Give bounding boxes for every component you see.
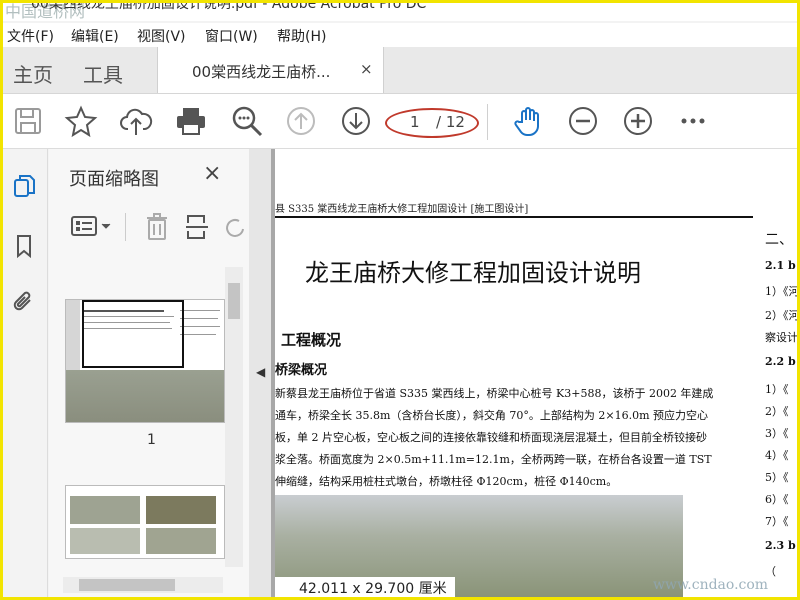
menu-help[interactable]: 帮助(H)	[277, 26, 326, 46]
pages-icon[interactable]	[11, 173, 37, 199]
zoom-in-icon[interactable]	[621, 104, 655, 138]
right-text: 1）《	[765, 383, 789, 396]
right-text: 2.2 b	[765, 355, 796, 368]
right-column: 二、 2.1 b 1）《河 2）《河 察设计 2.2 b 1）《 2）《 3）《…	[765, 149, 797, 597]
save-icon[interactable]	[11, 104, 45, 138]
watermark-bottom: www.cndao.com	[653, 577, 769, 593]
right-text: 2.1 b	[765, 259, 796, 272]
tab-bar: 主页 工具 00棠西线龙王庙桥... ×	[3, 47, 797, 94]
document-title: 龙王庙桥大修工程加固设计说明	[305, 259, 641, 287]
title-bar: 中国道桥网 00棠西线龙王庙桥加固设计说明.pdf - Adobe Acroba…	[3, 3, 797, 21]
toolbar-divider	[487, 104, 488, 140]
more-icon[interactable]	[676, 104, 710, 138]
thumbnail-horizontal-scrollbar[interactable]	[63, 577, 223, 593]
right-text: 2）《	[765, 405, 789, 418]
panel-splitter[interactable]: ◀	[249, 149, 271, 597]
total-pages-label: / 12	[436, 113, 465, 131]
right-text: 6）《	[765, 493, 789, 506]
thumbnail-photo	[66, 370, 224, 422]
right-text: 7）《	[765, 515, 789, 528]
panel-title: 页面缩略图	[69, 169, 159, 190]
page-up-icon[interactable]	[284, 104, 318, 138]
attachment-icon[interactable]	[11, 289, 37, 315]
cloud-upload-icon[interactable]	[119, 104, 153, 138]
tab-tools[interactable]: 工具	[83, 59, 123, 88]
subsection-heading: 桥梁概况	[275, 363, 328, 378]
page-thumbnail-2[interactable]	[65, 485, 225, 559]
scroll-thumb[interactable]	[79, 579, 175, 591]
print-icon[interactable]	[174, 104, 208, 138]
right-text: 3）《	[765, 427, 789, 440]
viewport-box[interactable]	[82, 300, 184, 368]
right-text: 1）《河	[765, 285, 797, 298]
thumbnail-vertical-scrollbar[interactable]	[225, 267, 243, 567]
thumbnail-panel: 页面缩略图 × 1	[49, 149, 249, 597]
section-heading: 工程概况	[281, 331, 342, 349]
body-paragraph: 新蔡县龙王庙桥位于省道 S335 棠西线上，桥梁中心桩号 K3+588，该桥于 …	[275, 387, 714, 488]
menu-view[interactable]: 视图(V)	[137, 26, 186, 46]
menu-edit[interactable]: 编辑(E)	[71, 26, 119, 46]
menu-bar: 文件(F) 编辑(E) 视图(V) 窗口(W) 帮助(H)	[3, 23, 797, 47]
current-page-input[interactable]: 1	[410, 113, 420, 131]
close-tab-button[interactable]: ×	[360, 60, 373, 78]
page-thumbnail-1[interactable]	[65, 299, 225, 423]
menu-file[interactable]: 文件(F)	[7, 26, 54, 46]
right-text: 5）《	[765, 471, 789, 484]
zoom-out-icon[interactable]	[566, 104, 600, 138]
scroll-thumb[interactable]	[228, 283, 240, 319]
page-size-text: 42.011 x 29.700 厘米	[299, 581, 447, 597]
tab-home[interactable]: 主页	[13, 59, 53, 88]
right-text: 2.3 b	[765, 539, 796, 552]
hand-icon[interactable]	[512, 104, 546, 138]
left-rail	[3, 149, 48, 597]
page-number-box[interactable]: 1 / 12	[390, 110, 478, 136]
thumbnail-page-number: 1	[147, 432, 156, 448]
toolbar: 1 / 12	[3, 94, 797, 149]
collapse-arrow-icon[interactable]: ◀	[256, 365, 265, 379]
bookmark-icon[interactable]	[11, 233, 37, 259]
panel-close-button[interactable]: ×	[203, 161, 221, 186]
thumbnail-toolbar	[49, 205, 249, 249]
pdf-page: 县 S335 棠西线龙王庙桥大修工程加固设计 [施工图设计] 龙王庙桥大修工程加…	[275, 149, 797, 597]
document-tab-label: 00棠西线龙王庙桥...	[192, 63, 331, 81]
document-header: 县 S335 棠西线龙王庙桥大修工程加固设计 [施工图设计]	[275, 200, 753, 218]
thumb-toolbar-divider	[125, 213, 126, 241]
delete-icon[interactable]	[145, 213, 169, 241]
window-title: 00棠西线龙王庙桥加固设计说明.pdf - Adobe Acrobat Pro …	[31, 3, 427, 12]
zoom-search-icon[interactable]	[230, 104, 264, 138]
document-view[interactable]: 县 S335 棠西线龙王庙桥大修工程加固设计 [施工图设计] 龙王庙桥大修工程加…	[271, 149, 797, 597]
app-window: 中国道桥网 00棠西线龙王庙桥加固设计说明.pdf - Adobe Acroba…	[0, 0, 800, 600]
right-text: 2）《河	[765, 309, 797, 322]
thumbnail-options-icon[interactable]	[71, 215, 115, 239]
rotate-icon[interactable]	[225, 215, 245, 239]
menu-window[interactable]: 窗口(W)	[205, 26, 258, 46]
star-icon[interactable]	[64, 104, 98, 138]
page-size-status: 42.011 x 29.700 厘米	[275, 577, 455, 597]
right-text: 察设计	[765, 331, 797, 344]
right-text: 4）《	[765, 449, 789, 462]
tab-document[interactable]: 00棠西线龙王庙桥... ×	[157, 47, 384, 93]
right-text: 二、	[765, 232, 793, 248]
split-page-icon[interactable]	[185, 213, 209, 241]
page-down-icon[interactable]	[339, 104, 373, 138]
